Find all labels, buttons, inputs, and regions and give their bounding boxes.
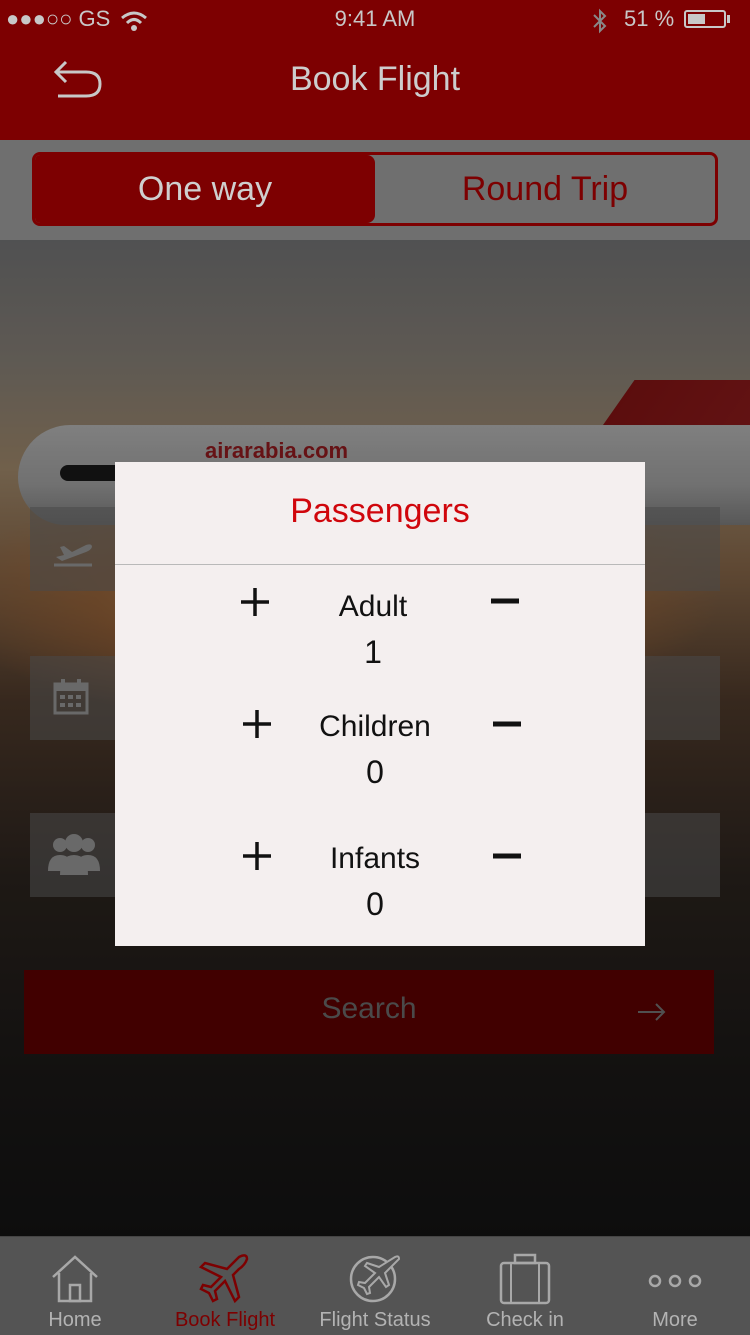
tab-label: More xyxy=(652,1309,698,1331)
round-trip-tab[interactable]: Round Trip xyxy=(375,155,715,223)
children-minus-icon[interactable] xyxy=(487,704,527,744)
passengers-modal: Passengers Adult 1 Children 0 Infants 0 xyxy=(115,462,645,946)
adult-minus-icon[interactable] xyxy=(485,582,525,622)
infants-minus-icon[interactable] xyxy=(487,836,527,876)
battery-level xyxy=(688,14,705,24)
children-label: Children xyxy=(319,710,431,743)
bluetooth-icon xyxy=(593,8,607,34)
modal-divider xyxy=(115,564,645,565)
children-plus-icon[interactable] xyxy=(237,704,277,744)
home-icon xyxy=(52,1255,98,1303)
tab-check-in[interactable]: Check in xyxy=(450,1237,600,1335)
infants-label: Infants xyxy=(329,842,421,875)
battery-percent: 51 % xyxy=(624,6,675,31)
tab-label: Book Flight xyxy=(174,1309,276,1331)
page-title: Book Flight xyxy=(289,60,461,98)
tab-book-flight[interactable]: Book Flight xyxy=(150,1237,300,1335)
adult-count: 1 xyxy=(364,634,382,670)
tab-label: Check in xyxy=(486,1309,564,1331)
adult-label: Adult xyxy=(338,590,408,623)
more-dots-icon xyxy=(648,1274,702,1288)
battery-nub xyxy=(727,15,730,23)
infants-plus-icon[interactable] xyxy=(237,836,277,876)
tab-label: Flight Status xyxy=(319,1309,431,1331)
tab-more[interactable]: More xyxy=(600,1237,750,1335)
airplane-icon xyxy=(198,1254,249,1304)
tab-home[interactable]: Home xyxy=(0,1237,150,1335)
tab-bar: Home Book Flight Flight Status Check in … xyxy=(0,1236,750,1335)
trip-type-segment: One way Round Trip xyxy=(32,152,718,226)
suitcase-icon xyxy=(499,1253,551,1305)
flight-status-icon xyxy=(349,1255,401,1303)
battery-icon xyxy=(684,10,726,28)
adult-plus-icon[interactable] xyxy=(235,582,275,622)
children-count: 0 xyxy=(366,754,384,790)
tab-flight-status[interactable]: Flight Status xyxy=(300,1237,450,1335)
one-way-tab[interactable]: One way xyxy=(35,155,375,223)
modal-title: Passengers xyxy=(290,492,470,530)
infants-count: 0 xyxy=(366,886,384,922)
tab-label: Home xyxy=(48,1309,102,1331)
